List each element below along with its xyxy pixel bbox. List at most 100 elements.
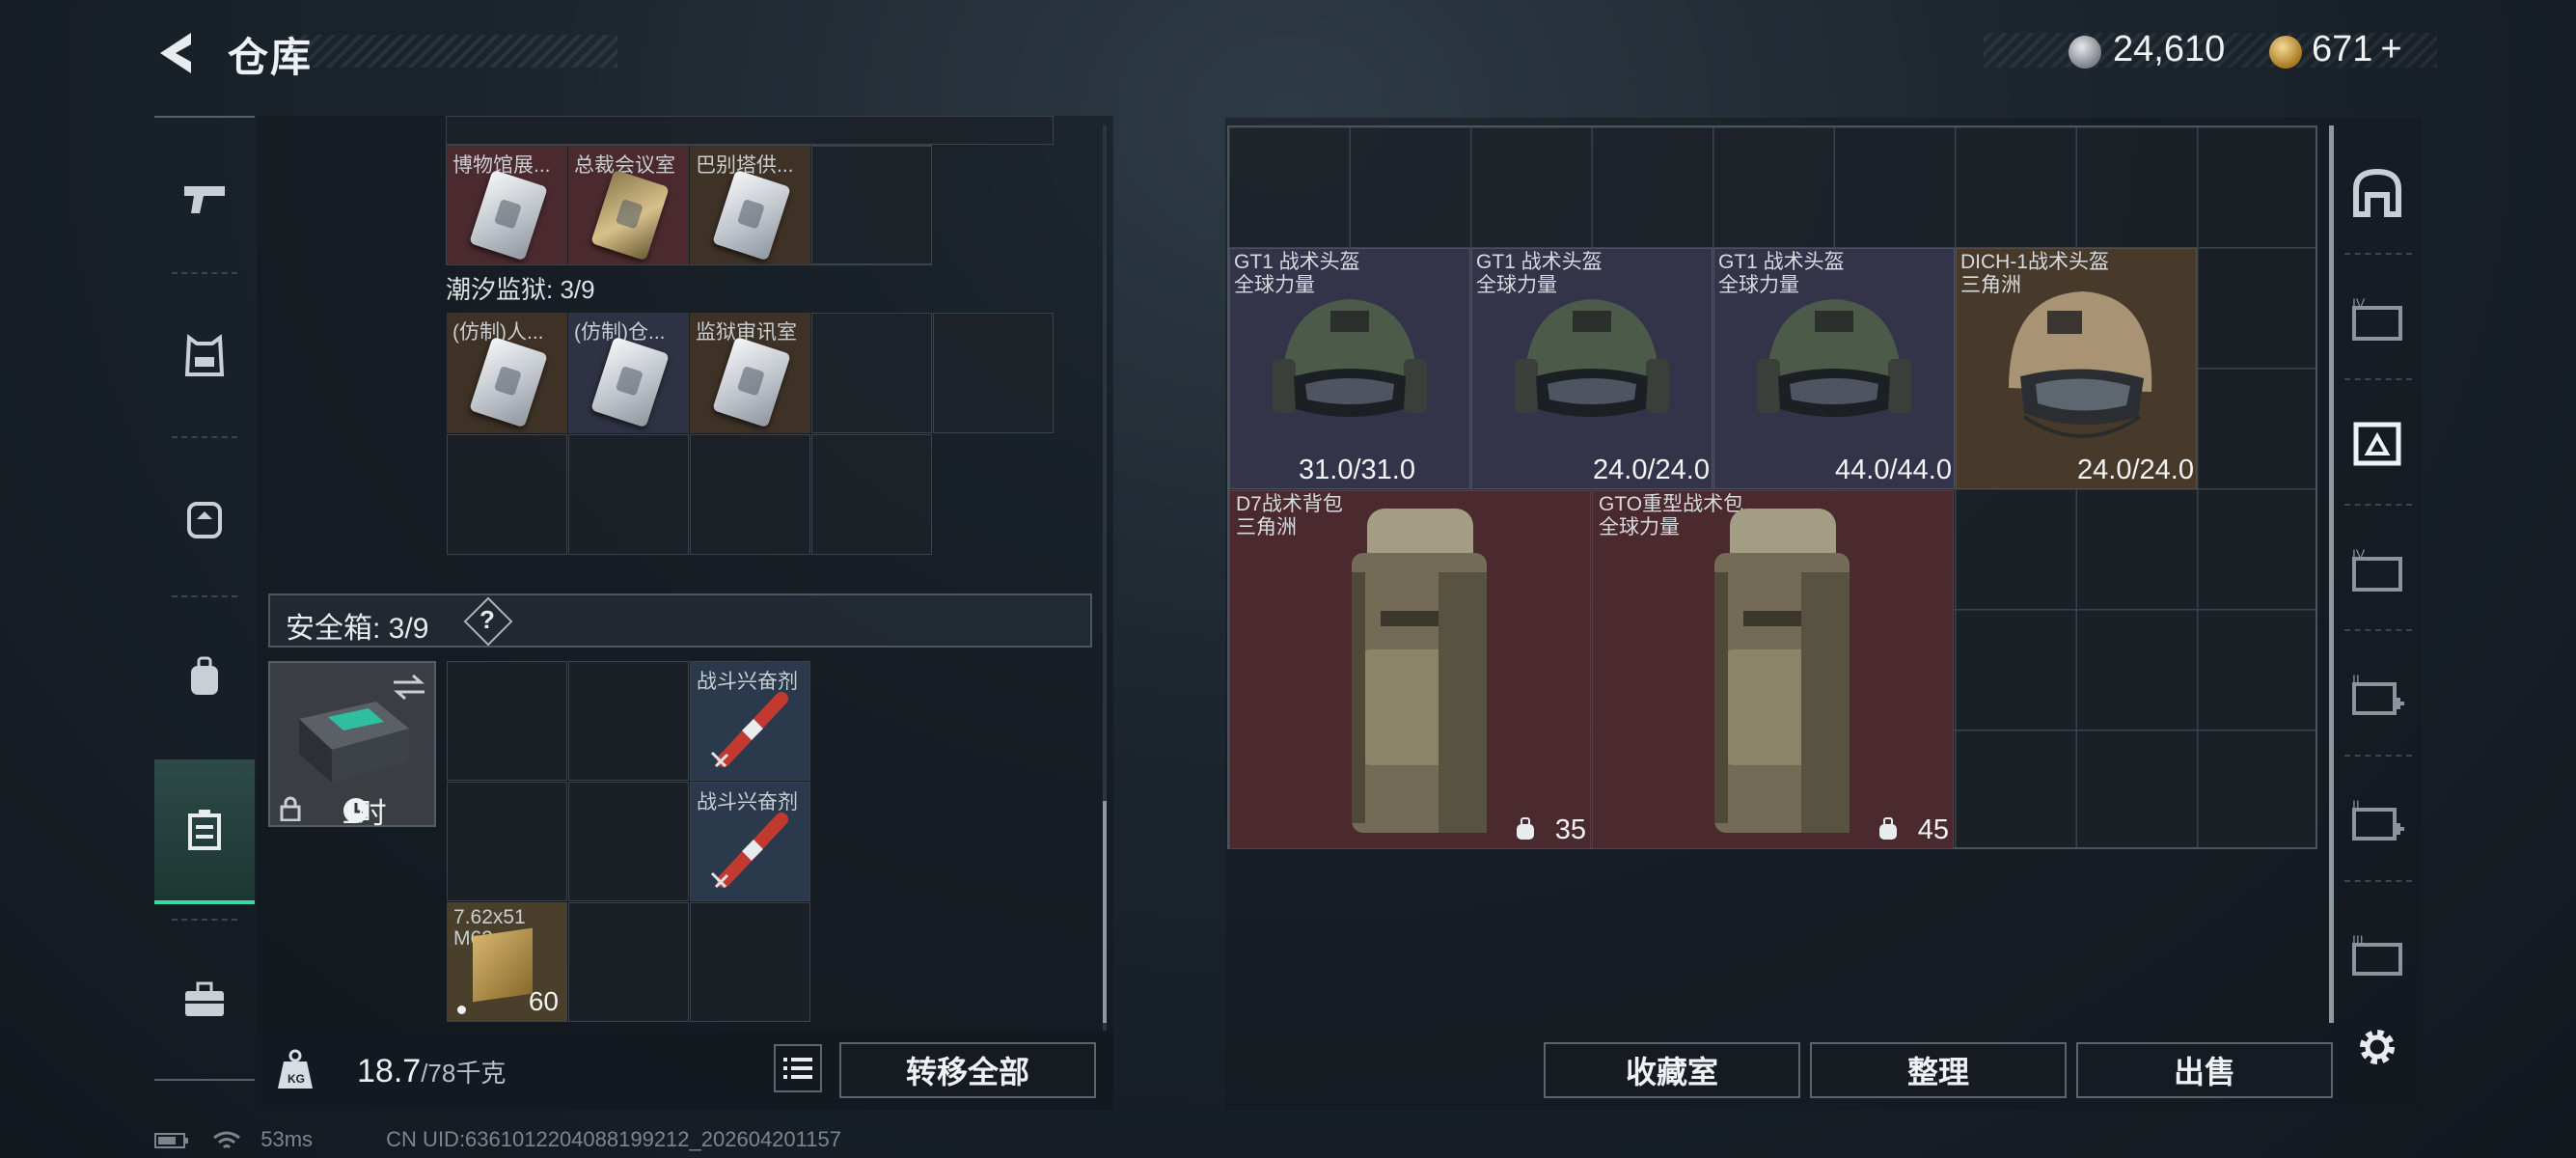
- ammo-indicator: [457, 1006, 466, 1014]
- storage-scrollbar[interactable]: [2329, 125, 2334, 1023]
- toolbox-icon: [185, 981, 224, 1016]
- helmet-icon: [1515, 299, 1669, 417]
- nav-helmet[interactable]: [154, 446, 255, 591]
- weight-icon: KG: [278, 1049, 313, 1089]
- stimulant-item[interactable]: 战斗兴奋剂: [690, 782, 810, 901]
- empty-slot[interactable]: [690, 434, 810, 555]
- helmet-item[interactable]: GT1 战术头盔 全球力量 44.0/44.0: [1713, 248, 1955, 489]
- empty-slot[interactable]: [933, 313, 1054, 433]
- list-view-button[interactable]: [774, 1044, 822, 1092]
- storage-tab-3-icon: III: [2352, 932, 2402, 976]
- sell-button[interactable]: 出售: [2076, 1042, 2333, 1098]
- keycard-item[interactable]: (仿制)仓...: [568, 313, 689, 433]
- backpack-item[interactable]: GTO重型战术包 全球力量 45: [1592, 490, 1954, 849]
- add-gold-button[interactable]: +: [2380, 29, 2401, 69]
- back-arrow-icon[interactable]: [154, 29, 203, 77]
- nav-bag[interactable]: [154, 605, 255, 750]
- backpack-icon: [187, 502, 222, 538]
- storage-tab-2-icon: II: [2352, 672, 2404, 715]
- svg-text:IV: IV: [2352, 295, 2366, 311]
- capacity-icon: [1879, 817, 1897, 840]
- capacity-icon: [1517, 817, 1534, 840]
- svg-text:II: II: [2352, 797, 2360, 813]
- backpack-icon: [1352, 509, 1487, 833]
- helmet-icon: [1757, 299, 1911, 417]
- uid-readout: CN UID:6361012204088199212_202604201157: [386, 1127, 841, 1151]
- page-title: 仓库: [228, 35, 314, 80]
- keycard-item[interactable]: (仿制)人...: [447, 313, 567, 433]
- svg-text:IV: IV: [2352, 546, 2366, 562]
- svg-text:III: III: [2352, 932, 2364, 948]
- empty-slot[interactable]: [811, 146, 932, 264]
- empty-slot[interactable]: [811, 434, 932, 555]
- backpack-item[interactable]: D7战术背包 三角洲 35: [1229, 490, 1591, 849]
- storage-tab-4-icon: IV: [2352, 295, 2402, 341]
- keycard-icon: [469, 169, 548, 262]
- empty-slot[interactable]: [447, 661, 567, 781]
- storage-tab-active[interactable]: [2339, 391, 2416, 497]
- bag-icon: [191, 656, 218, 695]
- category-sidebar: [154, 116, 255, 1081]
- helmet-icon: [1273, 299, 1427, 417]
- organize-button[interactable]: 整理: [1810, 1042, 2067, 1098]
- svg-text:KG: KG: [288, 1072, 305, 1086]
- gear-icon: [2360, 1030, 2395, 1064]
- ammo-item[interactable]: 7.62x51 M62 60: [447, 902, 567, 1022]
- status-bar: 53ms CN UID:6361012204088199212_20260420…: [154, 1127, 841, 1152]
- lock-icon: [280, 796, 301, 821]
- vest-icon: [184, 334, 225, 376]
- ping-readout: 53ms: [260, 1127, 314, 1151]
- helmet-item[interactable]: DICH-1战术头盔 三角洲 24.0/24.0: [1956, 248, 2197, 489]
- keycard-item[interactable]: 博物馆展...: [447, 146, 567, 264]
- keycard-icon: [712, 336, 791, 428]
- storage-tab-2[interactable]: II: [2339, 642, 2416, 748]
- backpack-icon: [1714, 509, 1850, 833]
- collection-room-button[interactable]: 收藏室: [1544, 1042, 1800, 1098]
- empty-slot[interactable]: [568, 902, 689, 1022]
- keycard-item[interactable]: 总裁会议室: [568, 146, 689, 264]
- grid-row-partial: [446, 116, 1054, 145]
- storage-tab-active-icon: [2353, 422, 2401, 466]
- backpack-capacity: 35: [1554, 814, 1586, 845]
- storage-tab-4[interactable]: IV: [2339, 265, 2416, 372]
- pistol-icon: [184, 186, 225, 213]
- keycard-icon: [712, 169, 791, 262]
- empty-slot[interactable]: [690, 902, 810, 1022]
- storage-tab-2b[interactable]: II: [2339, 767, 2416, 873]
- empty-slot[interactable]: [568, 661, 689, 781]
- transfer-all-button[interactable]: 转移全部: [839, 1042, 1096, 1098]
- helmet-item[interactable]: GT1 战术头盔 全球力量 31.0/31.0: [1229, 248, 1470, 489]
- storage-tab-3[interactable]: III: [2339, 902, 2416, 1008]
- keycard-icon: [469, 336, 548, 428]
- empty-slot[interactable]: [447, 782, 567, 901]
- nav-armor[interactable]: [154, 284, 255, 428]
- empty-slot[interactable]: [568, 434, 689, 555]
- helmet-durability: 24.0/24.0: [2077, 455, 2194, 485]
- helmet-item[interactable]: GT1 战术头盔 全球力量 24.0/24.0: [1471, 248, 1713, 489]
- nav-toolbox[interactable]: [154, 928, 255, 1073]
- nav-weapons[interactable]: [154, 127, 255, 272]
- nav-safe-box[interactable]: [154, 759, 255, 904]
- keycard-icon: [590, 169, 670, 262]
- empty-slot[interactable]: [568, 782, 689, 901]
- empty-slot[interactable]: [447, 434, 567, 555]
- keycard-icon: [590, 336, 670, 428]
- keycard-item[interactable]: 巴别塔供...: [690, 146, 810, 264]
- keycard-item[interactable]: 监狱审讯室: [690, 313, 810, 433]
- safe-box-timer: 1时: [342, 798, 387, 830]
- backpack-capacity: 45: [1917, 814, 1949, 845]
- silver-currency-value: 24,610: [2113, 29, 2226, 69]
- syringe-icon: [710, 813, 788, 889]
- settings-button[interactable]: [2339, 994, 2416, 1100]
- swap-icon[interactable]: [390, 673, 428, 702]
- ammo-box-icon: [473, 927, 533, 1003]
- weight-readout: 18.7/78千克: [357, 1053, 507, 1089]
- empty-slot[interactable]: [811, 313, 932, 433]
- inventory-scroll-thumb[interactable]: [1103, 801, 1107, 1023]
- storage-tab-home[interactable]: [2339, 140, 2416, 246]
- storage-tab-4b[interactable]: IV: [2339, 516, 2416, 622]
- helmet-durability: 44.0/44.0: [1835, 455, 1952, 485]
- stimulant-item[interactable]: 战斗兴奋剂: [690, 661, 810, 781]
- tidal-prison-label: 潮汐监狱: 3/9: [446, 275, 595, 304]
- ammo-count: 60: [528, 986, 559, 1016]
